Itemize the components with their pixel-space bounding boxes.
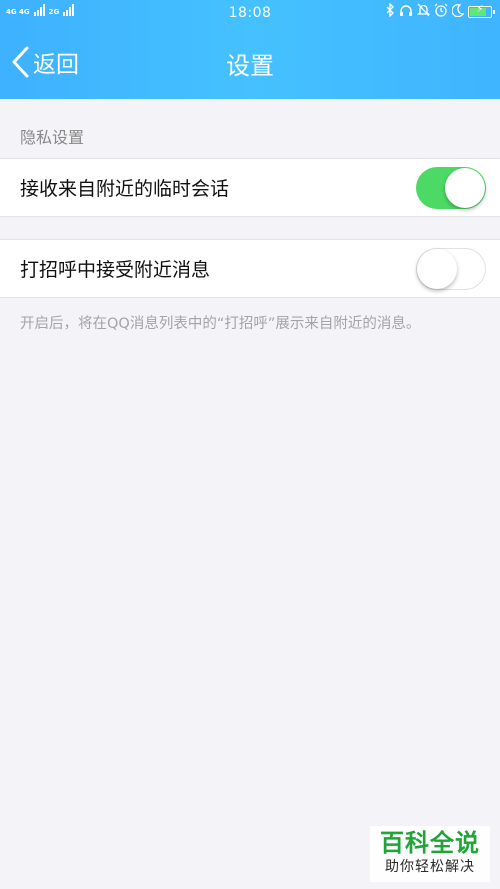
toggle-knob [417,249,457,289]
toggle-knob [445,168,485,208]
section-title-privacy: 隐私设置 [20,128,85,147]
bell-icon [416,3,431,20]
page-title: 设置 [226,52,274,80]
setting-label: 接收来自附近的临时会话 [20,178,230,200]
setting-description: 开启后，将在QQ消息列表中的“打招呼”展示来自附近的消息。 [20,316,421,332]
alarm-icon [434,3,448,20]
watermark-logo: 百科全说 助你轻松解决 [370,826,490,882]
setting-row-greeting-nearby-messages: 打招呼中接受附近消息 [0,239,500,298]
greeting-nearby-messages-toggle[interactable] [416,248,486,290]
moon-icon [451,3,465,20]
setting-row-nearby-temp-chat: 接收来自附近的临时会话 [0,158,500,217]
battery-icon: ⚡ [468,4,495,18]
setting-label: 打招呼中接受附近消息 [20,259,211,281]
headset-icon [399,4,413,20]
app-header: 4G 4G 2G 18:08 ⚡ 返回 设置 [0,0,500,99]
status-bar: 4G 4G 2G 18:08 ⚡ [0,0,500,26]
status-icons: ⚡ [386,2,495,20]
watermark-title: 百科全说 [380,829,480,857]
nearby-temp-chat-toggle[interactable] [416,167,486,209]
watermark-subtitle: 助你轻松解决 [385,859,475,875]
bluetooth-icon [386,2,395,20]
